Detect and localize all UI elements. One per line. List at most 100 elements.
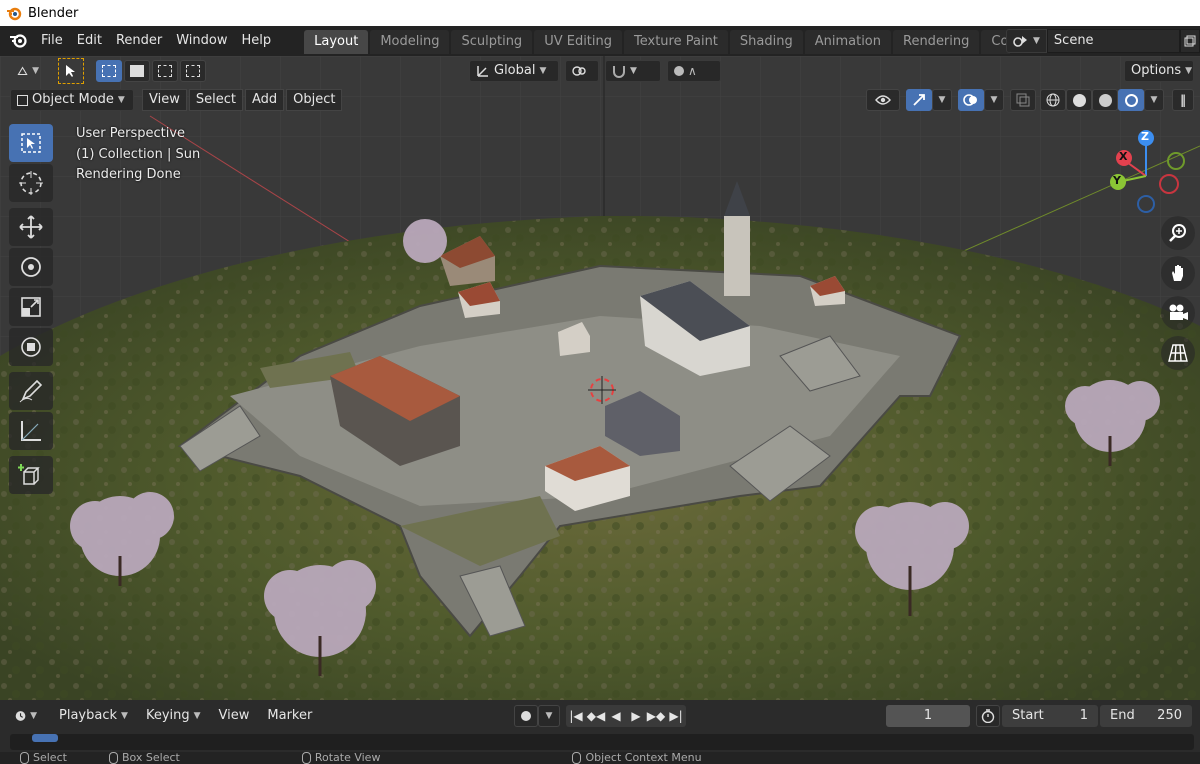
menu-keying[interactable]: Keying ▼ — [139, 705, 208, 727]
gizmo-toggle[interactable] — [906, 89, 932, 111]
camera-view-button[interactable] — [1161, 296, 1195, 330]
shading-wireframe-button[interactable] — [1040, 89, 1066, 111]
subtract-selection-button[interactable] — [152, 60, 178, 82]
menu-object[interactable]: Object — [286, 89, 343, 111]
chevron-down-icon: ▼ — [121, 711, 128, 721]
shading-dropdown[interactable]: ▼ — [1144, 89, 1164, 111]
menu-window[interactable]: Window — [169, 26, 234, 56]
shading-solid-button[interactable] — [1066, 89, 1092, 111]
pan-button[interactable] — [1161, 256, 1195, 290]
perspective-toggle-button[interactable] — [1161, 336, 1195, 370]
start-frame-field[interactable]: Start 1 — [1002, 705, 1098, 727]
transform-orientation-dropdown[interactable]: Global ▼ — [469, 60, 559, 82]
menu-help[interactable]: Help — [235, 26, 279, 56]
tool-select-box[interactable] — [9, 124, 53, 162]
tab-rendering[interactable]: Rendering — [893, 30, 980, 54]
menu-marker[interactable]: Marker — [260, 705, 319, 727]
navigation-buttons — [1161, 210, 1197, 376]
navigation-gizmo[interactable]: Z X Y — [1104, 124, 1200, 224]
axis-y-label: Y — [1113, 174, 1121, 187]
timeline-scrubber[interactable] — [10, 734, 1194, 750]
current-frame-field[interactable]: 1 — [886, 705, 970, 727]
wireframe-sphere-icon — [1046, 93, 1060, 107]
overlays-toggle[interactable] — [958, 89, 984, 111]
tab-modeling[interactable]: Modeling — [370, 30, 450, 54]
proportional-edit-toggle[interactable]: ∧ — [667, 60, 721, 82]
status-select: Select — [20, 752, 67, 764]
tool-scale[interactable] — [9, 288, 53, 326]
play-button[interactable]: ▶ — [626, 705, 646, 727]
tab-layout[interactable]: Layout — [304, 30, 369, 54]
menu-timeline-view[interactable]: View — [212, 705, 257, 727]
jump-start-button[interactable]: |◀ — [566, 705, 586, 727]
menu-render[interactable]: Render — [109, 26, 169, 56]
xray-icon — [1016, 93, 1030, 107]
object-mode-icon — [17, 94, 28, 106]
solid-sphere-icon — [1072, 93, 1086, 107]
tab-uv-editing[interactable]: UV Editing — [534, 30, 623, 54]
scene-name-field[interactable]: Scene — [1046, 29, 1181, 53]
axis-x-label: X — [1119, 150, 1128, 163]
invert-selection-button[interactable] — [180, 60, 206, 82]
menu-select[interactable]: Select — [188, 89, 243, 111]
select-tool-button[interactable] — [58, 58, 84, 84]
timeline-editor-type[interactable]: ▼ — [8, 705, 44, 727]
blender-menu-icon[interactable] — [0, 26, 34, 56]
tool-add-cube[interactable] — [9, 456, 53, 494]
new-scene-button[interactable] — [1180, 29, 1200, 53]
next-keyframe-button[interactable]: ▶◆ — [646, 705, 666, 727]
menu-file[interactable]: File — [34, 26, 70, 56]
keying-set-dropdown[interactable]: ▼ — [538, 705, 560, 727]
tab-animation[interactable]: Animation — [804, 30, 891, 54]
chevron-down-icon: ▼ — [30, 711, 37, 721]
tool-transform[interactable] — [9, 328, 53, 366]
tool-cursor[interactable] — [9, 164, 53, 202]
menu-edit[interactable]: Edit — [70, 26, 109, 56]
play-icon: ▶ — [631, 709, 641, 723]
add-cube-icon — [18, 464, 40, 485]
tool-move[interactable] — [9, 208, 53, 246]
editor-type-button[interactable]: ▼ — [10, 60, 46, 82]
end-frame-field[interactable]: End 250 — [1100, 705, 1192, 727]
prev-keyframe-button[interactable]: ◆◀ — [586, 705, 606, 727]
scene-browse-button[interactable]: ▼ — [1006, 29, 1047, 53]
menu-view[interactable]: View — [142, 89, 187, 111]
cursor-arrow-icon — [66, 65, 75, 77]
snap-toggle[interactable]: ▼ — [605, 60, 661, 82]
mouse-right-icon — [572, 752, 582, 764]
options-dropdown[interactable]: Options ▼ — [1124, 60, 1194, 82]
visibility-dropdown[interactable] — [866, 89, 900, 111]
gizmo-dropdown[interactable]: ▼ — [932, 89, 952, 111]
shading-rendered-button[interactable] — [1118, 89, 1144, 111]
use-preview-range-button[interactable] — [976, 705, 1000, 727]
tab-shading[interactable]: Shading — [729, 30, 803, 54]
xray-toggle[interactable] — [1010, 89, 1036, 111]
camera-icon — [1169, 304, 1188, 320]
proportional-icon — [674, 66, 684, 76]
tool-rotate[interactable] — [9, 248, 53, 286]
play-reverse-button[interactable]: ◀ — [606, 705, 626, 727]
chevron-down-icon: ▼ — [193, 711, 201, 721]
move-arrows-icon — [19, 215, 43, 239]
chevron-down-icon: ▼ — [32, 66, 39, 76]
set-new-selection-button[interactable] — [96, 60, 122, 82]
zoom-button[interactable] — [1161, 216, 1195, 250]
shading-material-button[interactable] — [1092, 89, 1118, 111]
jump-end-button[interactable]: ▶| — [666, 705, 686, 727]
tab-sculpting[interactable]: Sculpting — [451, 30, 533, 54]
overlays-dropdown[interactable]: ▼ — [984, 89, 1004, 111]
extend-selection-button[interactable] — [124, 60, 150, 82]
playhead[interactable] — [32, 734, 58, 742]
tab-texture-paint[interactable]: Texture Paint — [624, 30, 728, 54]
tool-annotate[interactable] — [9, 372, 53, 410]
stopwatch-icon — [981, 709, 995, 723]
viewport-info-overlay: User Perspective (1) Collection | Sun Re… — [76, 124, 200, 186]
menu-add[interactable]: Add — [244, 89, 285, 111]
tool-measure[interactable] — [9, 412, 53, 450]
menu-playback[interactable]: Playback ▼ — [52, 705, 135, 727]
auto-keying-button[interactable] — [514, 705, 538, 727]
mode-dropdown[interactable]: Object Mode ▼ — [10, 89, 134, 111]
sidebar-toggle[interactable]: ‖ — [1172, 89, 1194, 111]
pivot-point-dropdown[interactable] — [565, 60, 599, 82]
copy-icon — [1184, 35, 1196, 47]
